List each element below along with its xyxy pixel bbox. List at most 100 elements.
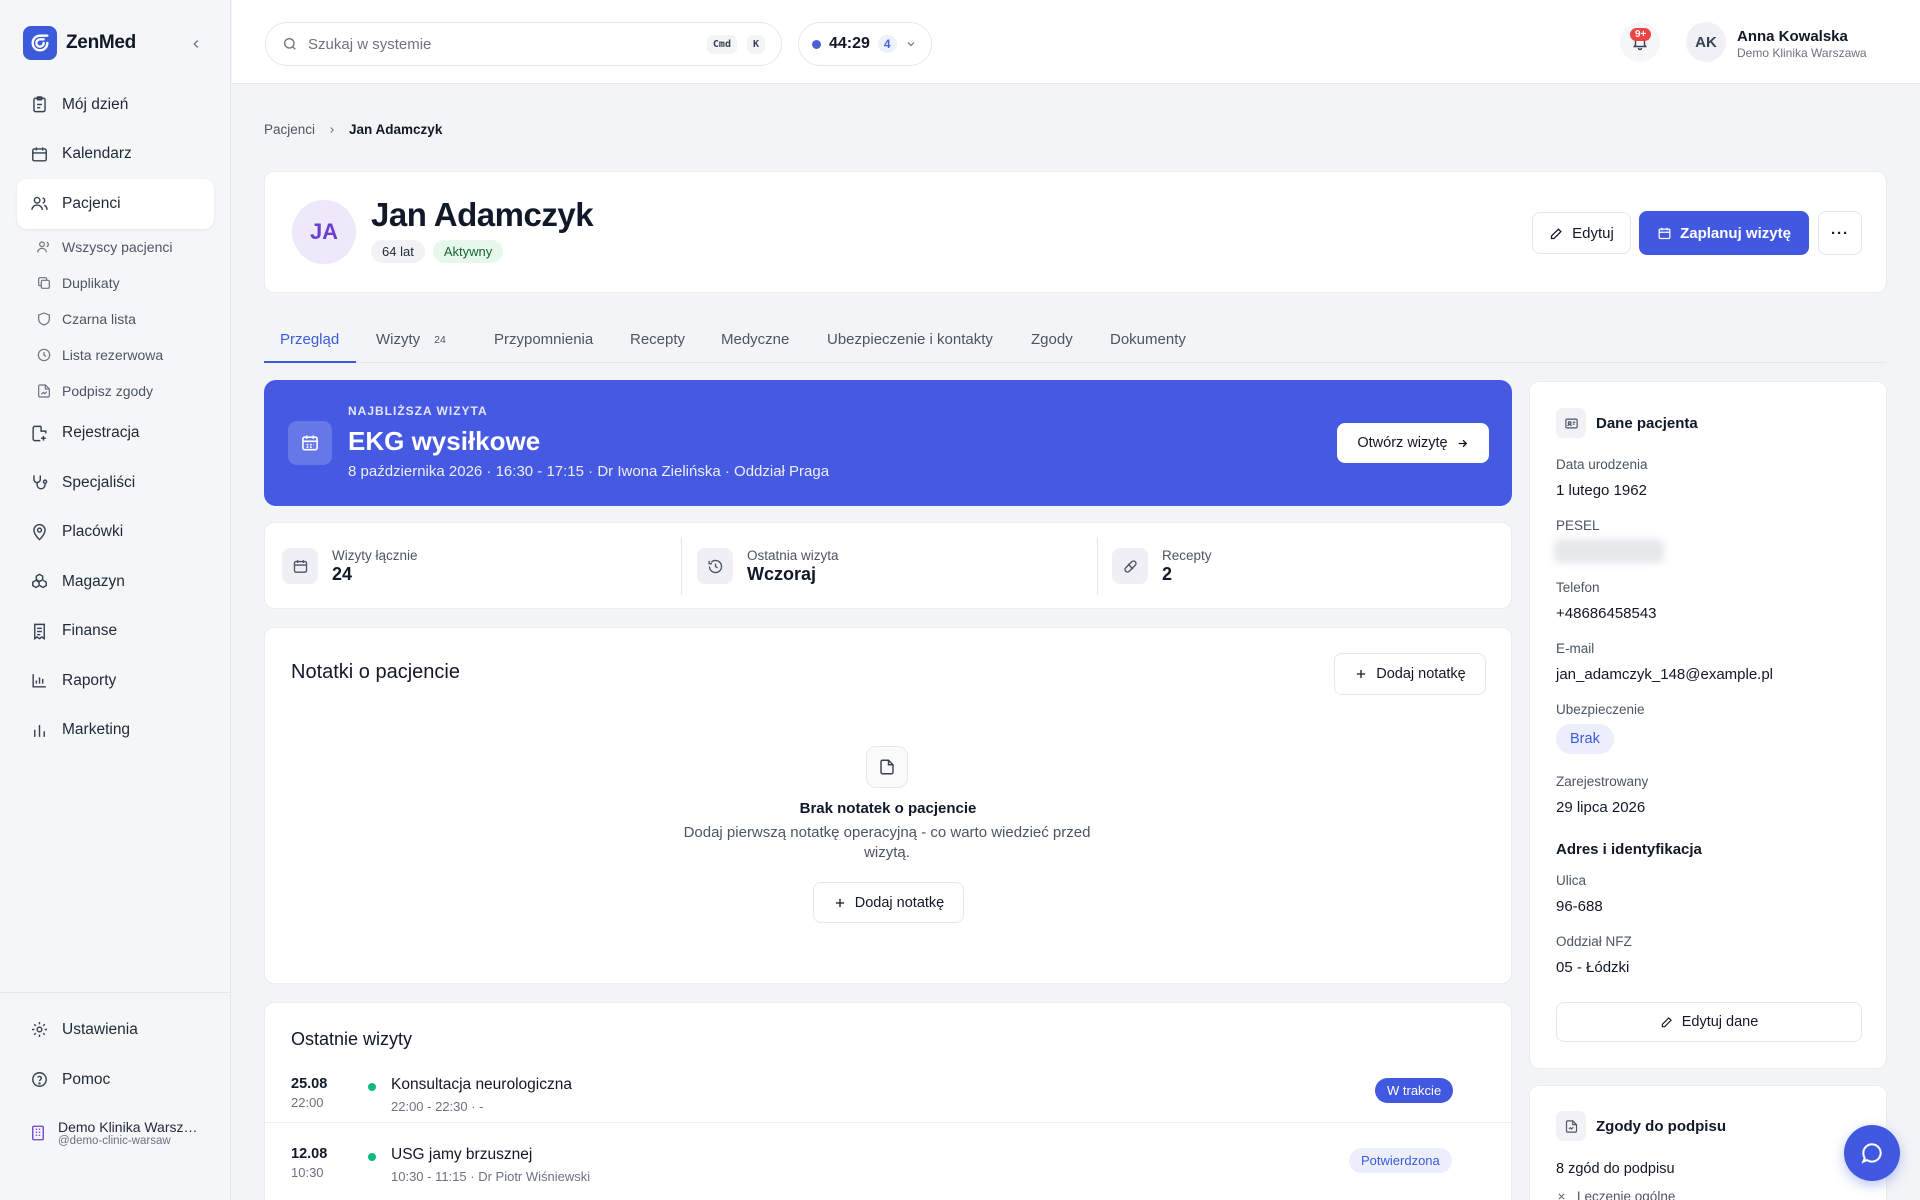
tab-overview[interactable]: Przegląd: [280, 331, 339, 348]
schedule-visit-button[interactable]: Zaplanuj wizytę: [1639, 211, 1809, 255]
patient-name: Jan Adamczyk: [371, 196, 594, 233]
divider: [1097, 537, 1098, 595]
add-first-note-button[interactable]: Dodaj notatkę: [813, 882, 964, 923]
field-label: Ulica: [1556, 873, 1587, 888]
tab-prescriptions[interactable]: Recepty: [630, 331, 685, 348]
visit-row[interactable]: 25.08 22:00 Konsultacja neurologiczna 22…: [265, 1064, 1511, 1134]
pesel-masked-value[interactable]: [1554, 539, 1664, 563]
edit-data-button[interactable]: Edytuj dane: [1556, 1002, 1862, 1042]
nav-label: Mój dzień: [62, 95, 129, 113]
tab-documents[interactable]: Dokumenty: [1110, 331, 1186, 348]
session-timer[interactable]: 44:29 4: [798, 22, 932, 66]
tab-label: Przegląd: [280, 331, 340, 348]
insurance-badge: Brak: [1556, 724, 1614, 754]
stat-prescriptions: Recepty 2: [1112, 523, 1212, 609]
map-pin-icon: [33, 523, 46, 541]
tab-label: Ubezpieczenie i kontakty: [827, 331, 993, 348]
nav-label: Placówki: [62, 523, 124, 541]
nav-item-my-day[interactable]: Mój dzień: [17, 80, 214, 130]
sub-label: Duplikaty: [62, 274, 120, 291]
nav-label: Ustawienia: [62, 1020, 138, 1038]
nav-sub-waitlist[interactable]: Lista rezerwowa: [17, 337, 214, 373]
collapse-sidebar-button[interactable]: [184, 32, 208, 56]
nav-item-finance[interactable]: Finanse: [17, 607, 214, 657]
add-first-note-label: Dodaj notatkę: [854, 894, 945, 911]
shortcut-k: K: [746, 34, 765, 54]
open-visit-button[interactable]: Otwórz wizytę: [1337, 423, 1489, 463]
visit-row[interactable]: 12.08 10:30 USG jamy brzusznej 10:30 - 1…: [265, 1134, 1511, 1200]
pencil-icon: [1551, 227, 1562, 239]
status-dot-icon: [368, 1083, 376, 1091]
patient-data-header: Dane pacjenta: [1556, 408, 1698, 438]
copy-icon: [38, 276, 50, 289]
visits-count-badge: 24: [428, 331, 452, 348]
consents-title: Zgody do podpisu: [1596, 1117, 1726, 1135]
nav-item-patients[interactable]: Pacjenci: [17, 179, 214, 229]
tab-label: Medyczne: [721, 331, 790, 348]
org-switcher[interactable]: Demo Klinika Warszawa @demo-clinic-warsa…: [29, 1119, 198, 1147]
timer-count-badge: 4: [877, 35, 897, 53]
shortcut-cmd: Cmd: [706, 34, 737, 54]
nav-sub-all-patients[interactable]: Wszyscy pacjenci: [17, 229, 214, 265]
add-note-button[interactable]: Dodaj notatkę: [1334, 653, 1486, 695]
nav-item-reports[interactable]: Raporty: [17, 656, 214, 706]
register-icon: [32, 425, 47, 442]
tab-visits[interactable]: Wizyty 24: [376, 331, 452, 348]
nav-item-help[interactable]: Pomoc: [17, 1055, 214, 1105]
tab-reminders[interactable]: Przypomnienia: [494, 331, 593, 348]
visit-title: Konsultacja neurologiczna: [391, 1076, 572, 1093]
nav-item-settings[interactable]: Ustawienia: [17, 1005, 214, 1055]
stats-card: Wizyty łącznie 24 Ostatnia wizyta Wczoraj …: [264, 522, 1512, 609]
visit-title: USG jamy brzusznej: [391, 1146, 533, 1163]
stat-label: Wizyty łącznie: [332, 547, 418, 563]
visit-details: 10:30 - 11:15 · Dr Piotr Wiśniewski: [391, 1169, 591, 1184]
nav-label: Magazyn: [62, 572, 125, 590]
nav-label: Kalendarz: [62, 145, 132, 163]
logo[interactable]: ZenMed: [23, 26, 136, 60]
visit-details: 22:00 - 22:30 · -: [391, 1099, 484, 1114]
nav-item-calendar[interactable]: Kalendarz: [17, 130, 214, 180]
tab-medical[interactable]: Medyczne: [721, 331, 789, 348]
edit-button[interactable]: Edytuj: [1532, 212, 1631, 254]
nav-item-specialists[interactable]: Specjaliści: [17, 458, 214, 508]
x-icon: [1558, 1193, 1565, 1200]
user-org: Demo Klinika Warszawa: [1737, 46, 1867, 60]
patient-data-card: Dane pacjenta Data urodzenia 1 lutego 19…: [1529, 381, 1887, 1069]
visit-date: 12.08: [291, 1146, 328, 1162]
nav-item-registration[interactable]: Rejestracja: [17, 409, 214, 459]
building-icon: [32, 1125, 44, 1141]
calendar-icon: [32, 147, 47, 162]
next-visit-card: NAJBLIŻSZA WIZYTA EKG wysiłkowe 8 paździ…: [264, 380, 1512, 506]
breadcrumb-current: Jan Adamczyk: [349, 122, 443, 137]
consent-item[interactable]: Leczenie ogólne: [1556, 1189, 1675, 1200]
tab-insurance-contacts[interactable]: Ubezpieczenie i kontakty: [827, 331, 993, 348]
field-label: E-mail: [1556, 641, 1595, 656]
nav-item-warehouse[interactable]: Magazyn: [17, 557, 214, 607]
search-input[interactable]: Szukaj w systemie Cmd K: [265, 22, 782, 66]
calendar-plus-icon: [1658, 227, 1671, 239]
nav-item-locations[interactable]: Placówki: [17, 508, 214, 558]
plus-icon: [835, 898, 844, 907]
user-avatar[interactable]: AK: [1686, 22, 1726, 62]
gear-icon: [31, 1022, 48, 1038]
main-nav: Mój dzień Kalendarz Pacjenci Wszyscy pac…: [17, 80, 214, 755]
nav-sub-duplicates[interactable]: Duplikaty: [17, 265, 214, 301]
nav-label: Marketing: [62, 721, 131, 739]
recent-visits-title: Ostatnie wizyty: [291, 1029, 413, 1049]
street-value: 96-688: [1556, 898, 1603, 915]
breadcrumb: Pacjenci Jan Adamczyk: [264, 122, 442, 137]
chat-button[interactable]: [1844, 1125, 1900, 1181]
patient-avatar: JA: [292, 200, 356, 264]
nav-sub-blacklist[interactable]: Czarna lista: [17, 301, 214, 337]
nav-item-marketing[interactable]: Marketing: [17, 706, 214, 756]
visit-status-badge: W trakcie: [1375, 1078, 1454, 1103]
nav-label: Raporty: [62, 671, 117, 689]
help-circle-icon: [32, 1072, 47, 1088]
chart-icon: [34, 724, 45, 737]
user-name[interactable]: Anna Kowalska: [1737, 28, 1848, 45]
breadcrumb-parent[interactable]: Pacjenci: [264, 122, 315, 137]
pencil-icon: [1661, 1017, 1672, 1028]
tab-consents[interactable]: Zgody: [1031, 331, 1073, 348]
nav-sub-sign-consents[interactable]: Podpisz zgody: [17, 373, 214, 409]
more-actions-button[interactable]: ···: [1818, 211, 1862, 255]
